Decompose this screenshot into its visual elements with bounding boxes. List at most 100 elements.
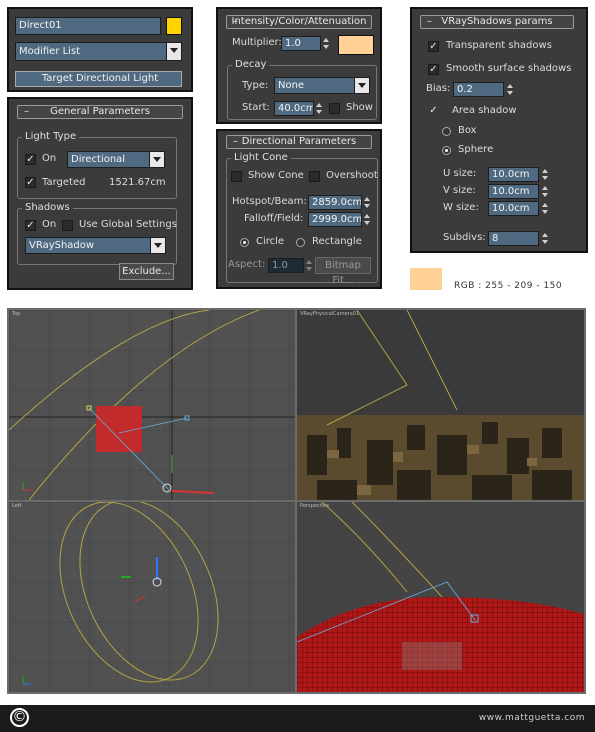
shadow-type-value: VRayShadow <box>29 240 95 251</box>
aspect-field[interactable]: 1.0 <box>268 258 304 273</box>
intensity-rollout[interactable]: – Intensity/Color/Attenuation <box>226 15 372 29</box>
v-size-field[interactable]: 10.0cm <box>488 184 539 199</box>
circle-label: Circle <box>256 236 285 247</box>
light-on-label: On <box>42 153 57 164</box>
decay-start-spinner[interactable] <box>315 101 324 116</box>
directional-rollout[interactable]: – Directional Parameters <box>226 135 372 149</box>
object-color-swatch[interactable] <box>166 17 182 35</box>
rectangle-label: Rectangle <box>312 236 362 247</box>
decay-title: Decay <box>232 59 270 71</box>
multiplier-label: Multiplier: <box>232 37 282 48</box>
exclude-button[interactable]: Exclude... <box>119 263 174 280</box>
use-global-checkbox[interactable] <box>62 220 73 231</box>
collapse-icon: – <box>233 136 238 147</box>
shadow-type-dropdown[interactable]: VRayShadow <box>25 237 166 254</box>
modifier-stack-item[interactable]: Target Directional Light <box>15 71 182 87</box>
top-viewport[interactable]: Top <box>9 310 295 500</box>
smooth-shadows-label: Smooth surface shadows <box>446 63 572 74</box>
box-radio[interactable] <box>442 127 451 136</box>
falloff-spinner[interactable] <box>363 212 372 227</box>
camera-viewport-label: VRayPhysicalCamera01 <box>300 311 360 317</box>
circle-radio[interactable] <box>240 238 249 247</box>
perspective-viewport[interactable]: Perspective <box>297 502 584 692</box>
light-type-value: Directional <box>71 154 126 165</box>
decay-type-label: Type: <box>242 80 269 91</box>
chevron-down-icon <box>354 78 369 93</box>
perspective-viewport-label: Perspective <box>300 503 329 509</box>
subdivs-spinner[interactable] <box>541 231 550 246</box>
rollout-title: General Parameters <box>50 106 150 117</box>
targeted-label: Targeted <box>42 177 86 188</box>
modify-panel: Direct01 Modifier List Target Directiona… <box>7 7 193 92</box>
decay-type-value: None <box>278 80 305 91</box>
show-cone-checkbox[interactable] <box>231 171 242 182</box>
decay-start-field[interactable]: 40.0cm <box>274 101 314 116</box>
top-viewport-label: Top <box>12 311 21 317</box>
bitmap-fit-button[interactable]: Bitmap Fit... <box>315 257 371 286</box>
show-cone-label: Show Cone <box>248 170 304 181</box>
vray-shadows-rollout[interactable]: – VRayShadows params <box>420 15 574 29</box>
chevron-down-icon <box>150 238 165 253</box>
decay-show-label: Show <box>346 102 373 113</box>
box-label: Box <box>458 125 477 136</box>
decay-type-dropdown[interactable]: None <box>274 77 370 94</box>
multiplier-spinner[interactable] <box>322 36 331 51</box>
use-global-label: Use Global Settings <box>79 219 177 230</box>
rgb-note-text: RGB : 255 - 209 - 150 <box>454 281 563 291</box>
decay-show-checkbox[interactable] <box>329 103 340 114</box>
area-shadow-label: Area shadow <box>452 105 517 116</box>
shadows-on-checkbox[interactable]: ✓ <box>25 220 36 231</box>
general-parameters-rollout[interactable]: – General Parameters <box>17 105 183 119</box>
transparent-shadows-label: Transparent shadows <box>446 40 552 51</box>
subdivs-field[interactable]: 8 <box>488 231 539 246</box>
bias-field[interactable]: 0.2 <box>453 82 504 97</box>
rollout-title: VRayShadows params <box>441 16 553 27</box>
light-on-checkbox[interactable]: ✓ <box>25 154 36 165</box>
sphere-label: Sphere <box>458 144 494 155</box>
falloff-label: Falloff/Field: <box>244 213 304 224</box>
sphere-radio[interactable] <box>442 146 451 155</box>
perspective-viewport-canvas <box>297 502 584 692</box>
multiplier-field[interactable]: 1.0 <box>281 36 321 51</box>
aspect-spinner[interactable] <box>305 258 314 273</box>
hotspot-field[interactable]: 2859.0cm <box>308 195 362 210</box>
bias-spinner[interactable] <box>506 82 515 97</box>
shadows-on-label: On <box>42 219 57 230</box>
decay-start-label: Start: <box>242 102 270 113</box>
modifier-list-dropdown[interactable]: Modifier List <box>15 42 182 61</box>
bias-label: Bias: <box>426 83 451 94</box>
w-size-spinner[interactable] <box>541 201 550 216</box>
light-type-dropdown[interactable]: Directional <box>67 151 165 168</box>
aspect-label: Aspect: <box>228 259 266 270</box>
transparent-shadows-checkbox[interactable]: ✓ <box>428 41 439 52</box>
camera-viewport-canvas <box>297 310 584 500</box>
w-size-field[interactable]: 10.0cm <box>488 201 539 216</box>
overshoot-label: Overshoot <box>326 170 378 181</box>
w-size-label: W size: <box>443 202 479 213</box>
camera-viewport[interactable]: VRayPhysicalCamera01 <box>297 310 584 500</box>
u-size-field[interactable]: 10.0cm <box>488 167 539 182</box>
object-name-field[interactable]: Direct01 <box>15 17 161 35</box>
overshoot-checkbox[interactable] <box>309 171 320 182</box>
rgb-color-swatch <box>410 268 442 290</box>
left-viewport[interactable]: Left <box>9 502 295 692</box>
targeted-checkbox[interactable]: ✓ <box>25 177 36 188</box>
u-size-spinner[interactable] <box>541 167 550 182</box>
light-cone-title: Light Cone <box>231 152 291 164</box>
v-size-spinner[interactable] <box>541 184 550 199</box>
left-viewport-canvas <box>9 502 295 692</box>
footer-url[interactable]: www.mattguetta.com <box>479 713 585 723</box>
hotspot-label: Hotspot/Beam: <box>232 196 307 207</box>
light-color-swatch[interactable] <box>338 35 374 55</box>
rectangle-radio[interactable] <box>296 238 305 247</box>
u-size-label: U size: <box>443 168 477 179</box>
light-type-title: Light Type <box>22 131 80 143</box>
v-size-label: V size: <box>443 185 476 196</box>
vray-shadows-panel: – VRayShadows params ✓ Transparent shado… <box>410 7 588 253</box>
collapse-icon: – <box>24 106 29 117</box>
smooth-shadows-checkbox[interactable]: ✓ <box>428 64 439 75</box>
rollout-title: Intensity/Color/Attenuation <box>231 16 367 27</box>
area-shadow-checkbox[interactable]: ✓ <box>428 106 439 117</box>
falloff-field[interactable]: 2999.0cm <box>308 212 362 227</box>
hotspot-spinner[interactable] <box>363 195 372 210</box>
